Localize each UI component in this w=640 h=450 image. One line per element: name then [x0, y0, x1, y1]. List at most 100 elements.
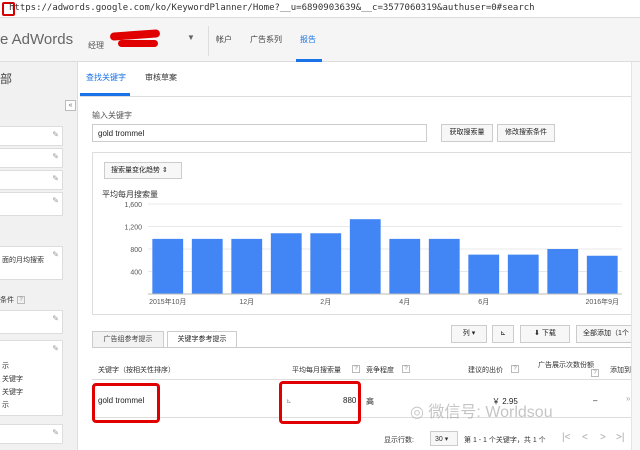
- pencil-icon[interactable]: ✎: [52, 174, 59, 183]
- y-tick-label: 800: [130, 247, 142, 254]
- last-page-icon[interactable]: >|: [616, 432, 624, 443]
- chart-bar[interactable]: [468, 254, 500, 294]
- sidebar-filter[interactable]: ✎: [0, 424, 63, 444]
- pencil-icon[interactable]: ✎: [52, 250, 59, 259]
- columns-button-label: 列: [462, 330, 470, 337]
- keyword-input[interactable]: gold trommel: [92, 124, 427, 142]
- sidebar-filter-label: 示: [2, 402, 9, 409]
- pencil-icon[interactable]: ✎: [52, 428, 59, 437]
- modify-criteria-button[interactable]: 修改搜索条件: [497, 124, 555, 142]
- adwords-logo[interactable]: e AdWords: [0, 31, 73, 48]
- chart-bar[interactable]: [231, 238, 263, 294]
- chart-toggle-icon[interactable]: ⊾: [492, 325, 514, 343]
- pencil-icon[interactable]: ✎: [52, 314, 59, 323]
- sidebar-section-label: 条件?: [0, 296, 25, 305]
- chart-bar[interactable]: [310, 233, 342, 294]
- table-footer: 显示行数: 30 ▾ 第 1 - 1 个关键字，共 1 个 |< < > >|: [92, 427, 640, 450]
- pencil-icon[interactable]: ✎: [52, 152, 59, 161]
- help-icon[interactable]: ?: [402, 365, 410, 373]
- x-tick-label: 2016年9月: [586, 297, 619, 306]
- col-impression-share[interactable]: 广告展示次数份额: [538, 360, 594, 370]
- chart-bar[interactable]: [349, 219, 381, 294]
- nav-accounts[interactable]: 帐户: [216, 34, 232, 45]
- sidebar-filter[interactable]: ✎: [0, 192, 63, 216]
- chart-bar[interactable]: [547, 249, 579, 294]
- impression-share-cell: –: [593, 396, 598, 405]
- chart-bar[interactable]: [586, 255, 618, 294]
- tab-review-draft[interactable]: 审核草案: [145, 72, 177, 83]
- app-header: e AdWords 经理 ▼ 帐户 广告系列 报告: [0, 18, 640, 62]
- get-volume-button[interactable]: 获取搜索量: [441, 124, 493, 142]
- pencil-icon[interactable]: ✎: [52, 130, 59, 139]
- y-tick-label: 1,600: [124, 202, 142, 209]
- sidebar-filter[interactable]: 示 关键字 关键字 示 ✎: [0, 340, 63, 416]
- y-tick-label: 400: [130, 270, 142, 277]
- chart-bar[interactable]: [428, 238, 460, 294]
- rows-label: 显示行数:: [384, 437, 414, 444]
- x-tick-label: 4月: [399, 298, 410, 306]
- divider: [92, 347, 640, 348]
- sidebar-filter[interactable]: ✎: [0, 148, 63, 168]
- wechat-icon: ◎: [410, 404, 424, 421]
- tab-ad-group-ideas[interactable]: 广告组参考提示: [92, 331, 164, 348]
- trend-dropdown-label: 搜索量变化趋势: [111, 167, 160, 174]
- nav-active-indicator: [296, 59, 322, 62]
- page-range: 第 1 - 1 个关键字，共 1 个: [464, 437, 546, 444]
- help-icon[interactable]: ?: [511, 365, 519, 373]
- red-highlight-box: [92, 383, 160, 423]
- first-page-icon[interactable]: |<: [562, 432, 570, 443]
- nav-campaigns[interactable]: 广告系列: [250, 34, 282, 45]
- sidebar-filter[interactable]: 面的月均搜索 ✎: [0, 246, 63, 280]
- collapse-sidebar-icon[interactable]: «: [65, 100, 76, 111]
- red-highlight-box: [279, 381, 361, 424]
- col-avg-searches[interactable]: 平均每月搜索量: [292, 365, 341, 375]
- page-scrollbar[interactable]: [631, 62, 640, 450]
- help-icon[interactable]: ?: [352, 365, 360, 373]
- col-suggested-bid[interactable]: 建议的出价: [468, 365, 503, 375]
- sidebar-filter-label: 面的月均搜索: [2, 257, 44, 264]
- chart-bar[interactable]: [191, 238, 223, 294]
- chevron-down-icon[interactable]: ▼: [187, 33, 195, 42]
- columns-button[interactable]: 列 ▾: [451, 325, 487, 343]
- help-icon[interactable]: ?: [591, 369, 599, 377]
- account-selector[interactable]: 经理 ▼: [88, 29, 198, 53]
- next-page-icon[interactable]: >: [600, 432, 606, 443]
- url-text[interactable]: https://adwords.google.com/ko/KeywordPla…: [9, 3, 535, 13]
- tab-find-keywords[interactable]: 查找关键字: [86, 72, 126, 83]
- chart-bar[interactable]: [270, 233, 302, 294]
- rows-per-page-select[interactable]: 30 ▾: [430, 431, 458, 446]
- x-tick-label: 2015年10月: [149, 297, 186, 306]
- browser-url-bar[interactable]: https://adwords.google.com/ko/KeywordPla…: [0, 0, 640, 18]
- prev-page-icon[interactable]: <: [582, 432, 588, 443]
- chart-bar[interactable]: [152, 238, 184, 294]
- divider: [208, 26, 209, 56]
- sidebar-filter-label: 示: [2, 363, 9, 370]
- redaction-mark: [118, 40, 158, 47]
- pencil-icon[interactable]: ✎: [52, 344, 59, 353]
- download-icon: ⬇: [534, 330, 540, 337]
- chart-bar[interactable]: [389, 238, 421, 294]
- help-icon[interactable]: ?: [17, 296, 25, 305]
- chart-bar[interactable]: [507, 254, 539, 294]
- sidebar-filter[interactable]: ✎: [0, 170, 63, 190]
- sidebar-filter[interactable]: ✎: [0, 310, 63, 334]
- pencil-icon[interactable]: ✎: [52, 196, 59, 205]
- keyword-input-label: 输入关键字: [92, 111, 132, 120]
- redaction-mark: [109, 29, 161, 41]
- add-to-draft-icon[interactable]: »: [626, 394, 630, 403]
- wechat-watermark: ◎ 微信号: Worldsou: [410, 398, 553, 422]
- col-competition[interactable]: 竞争程度: [366, 365, 394, 375]
- trend-dropdown[interactable]: 搜索量变化趋势 ⇕: [104, 162, 182, 179]
- divider: [80, 96, 640, 97]
- x-tick-label: 6月: [478, 298, 489, 306]
- sidebar-filter[interactable]: ✎: [0, 126, 63, 146]
- watermark-text: 微信号: Worldsou: [428, 404, 553, 421]
- sidebar-title: 部: [0, 72, 13, 86]
- competition-cell: 高: [366, 397, 374, 406]
- x-tick-label: 12月: [239, 298, 254, 306]
- download-button[interactable]: ⬇ 下载: [520, 325, 570, 343]
- tab-keyword-ideas[interactable]: 关键字参考提示: [167, 331, 237, 348]
- y-tick-label: 1,200: [124, 225, 142, 232]
- col-keyword[interactable]: 关键字（按相关性排序）: [98, 365, 175, 375]
- nav-reports[interactable]: 报告: [300, 34, 316, 45]
